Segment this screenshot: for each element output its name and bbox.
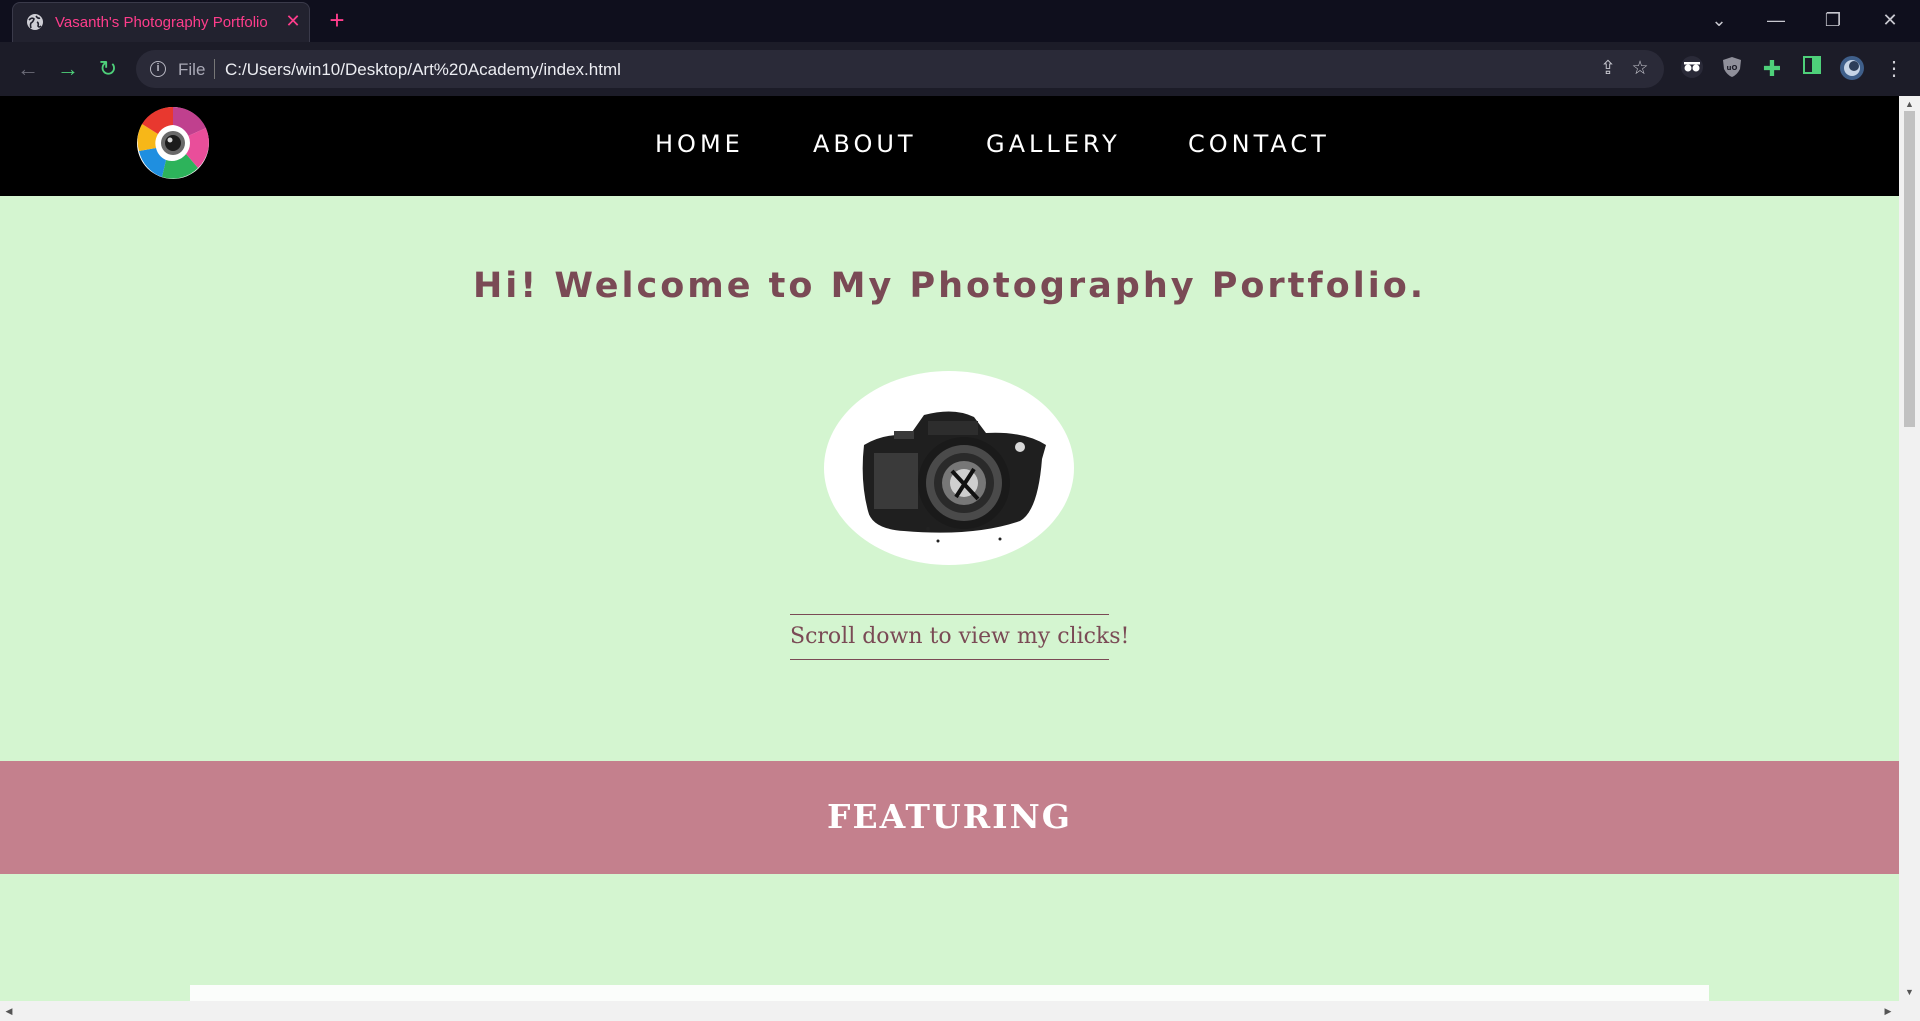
- close-window-icon[interactable]: ✕: [1870, 6, 1910, 34]
- minimize-icon[interactable]: —: [1756, 6, 1796, 34]
- vertical-scrollbar[interactable]: ▲ ▼: [1899, 96, 1920, 1001]
- scroll-down-icon[interactable]: ▼: [1904, 987, 1915, 997]
- featuring-band: FEATURING: [0, 761, 1899, 874]
- nav-link-about[interactable]: ABOUT: [813, 130, 917, 158]
- globe-icon: [27, 14, 43, 30]
- spy-glasses-icon[interactable]: [1678, 55, 1706, 83]
- sidepanel-icon[interactable]: [1798, 55, 1826, 83]
- page-viewport: HOME ABOUT GALLERY CONTACT Hi! Welcome t…: [0, 96, 1899, 1001]
- share-icon[interactable]: ⇪: [1597, 58, 1619, 80]
- horizontal-scrollbar[interactable]: ◀ ▶: [0, 1001, 1920, 1021]
- close-tab-icon[interactable]: ✕: [283, 11, 303, 31]
- site-navbar: HOME ABOUT GALLERY CONTACT: [0, 96, 1899, 196]
- hero-title: Hi! Welcome to My Photography Portfolio.: [472, 266, 1427, 306]
- puzzle-icon[interactable]: ✚: [1758, 55, 1786, 83]
- featured-card: [190, 985, 1709, 1001]
- ublock-icon[interactable]: uO: [1718, 55, 1746, 83]
- scroll-down-link[interactable]: Scroll down to view my clicks!: [790, 614, 1129, 660]
- browser-tab[interactable]: Vasanth's Photography Portfolio ✕: [12, 2, 310, 42]
- camera-illustration: [824, 371, 1074, 565]
- back-icon[interactable]: ←: [14, 55, 42, 83]
- tab-title: Vasanth's Photography Portfolio: [55, 14, 268, 31]
- info-icon[interactable]: i: [150, 61, 166, 77]
- profile-avatar[interactable]: [1838, 55, 1866, 83]
- tab-search-icon[interactable]: ⌄: [1699, 6, 1739, 34]
- new-tab-icon[interactable]: +: [324, 7, 350, 34]
- scroll-up-icon[interactable]: ▲: [1904, 99, 1915, 109]
- camera-icon: [862, 411, 1046, 543]
- scroll-thumb[interactable]: [1904, 111, 1915, 427]
- forward-icon[interactable]: →: [54, 55, 82, 83]
- star-icon[interactable]: ☆: [1629, 58, 1651, 80]
- browser-toolbar: ← → ↻ i File C:/Users/win10/Desktop/Art%…: [0, 42, 1920, 96]
- nav-link-gallery[interactable]: GALLERY: [986, 130, 1121, 158]
- url-text[interactable]: C:/Users/win10/Desktop/Art%20Academy/ind…: [225, 60, 621, 80]
- featuring-title: FEATURING: [827, 797, 1072, 836]
- scroll-left-icon[interactable]: ◀: [4, 1006, 14, 1016]
- file-label: File: [178, 60, 206, 79]
- nav-link-home[interactable]: HOME: [655, 130, 744, 158]
- reload-icon[interactable]: ↻: [94, 55, 122, 83]
- scroll-right-icon[interactable]: ▶: [1883, 1006, 1893, 1016]
- tab-strip: Vasanth's Photography Portfolio ✕ + ⌄ — …: [0, 0, 1920, 42]
- camera-lens-logo[interactable]: [136, 106, 210, 180]
- svg-text:uO: uO: [1727, 64, 1738, 72]
- divider: [214, 59, 215, 79]
- restore-icon[interactable]: ❐: [1813, 6, 1853, 34]
- nav-link-contact[interactable]: CONTACT: [1188, 130, 1330, 158]
- address-bar[interactable]: i File C:/Users/win10/Desktop/Art%20Acad…: [136, 50, 1664, 88]
- menu-icon[interactable]: ⋮: [1880, 55, 1908, 83]
